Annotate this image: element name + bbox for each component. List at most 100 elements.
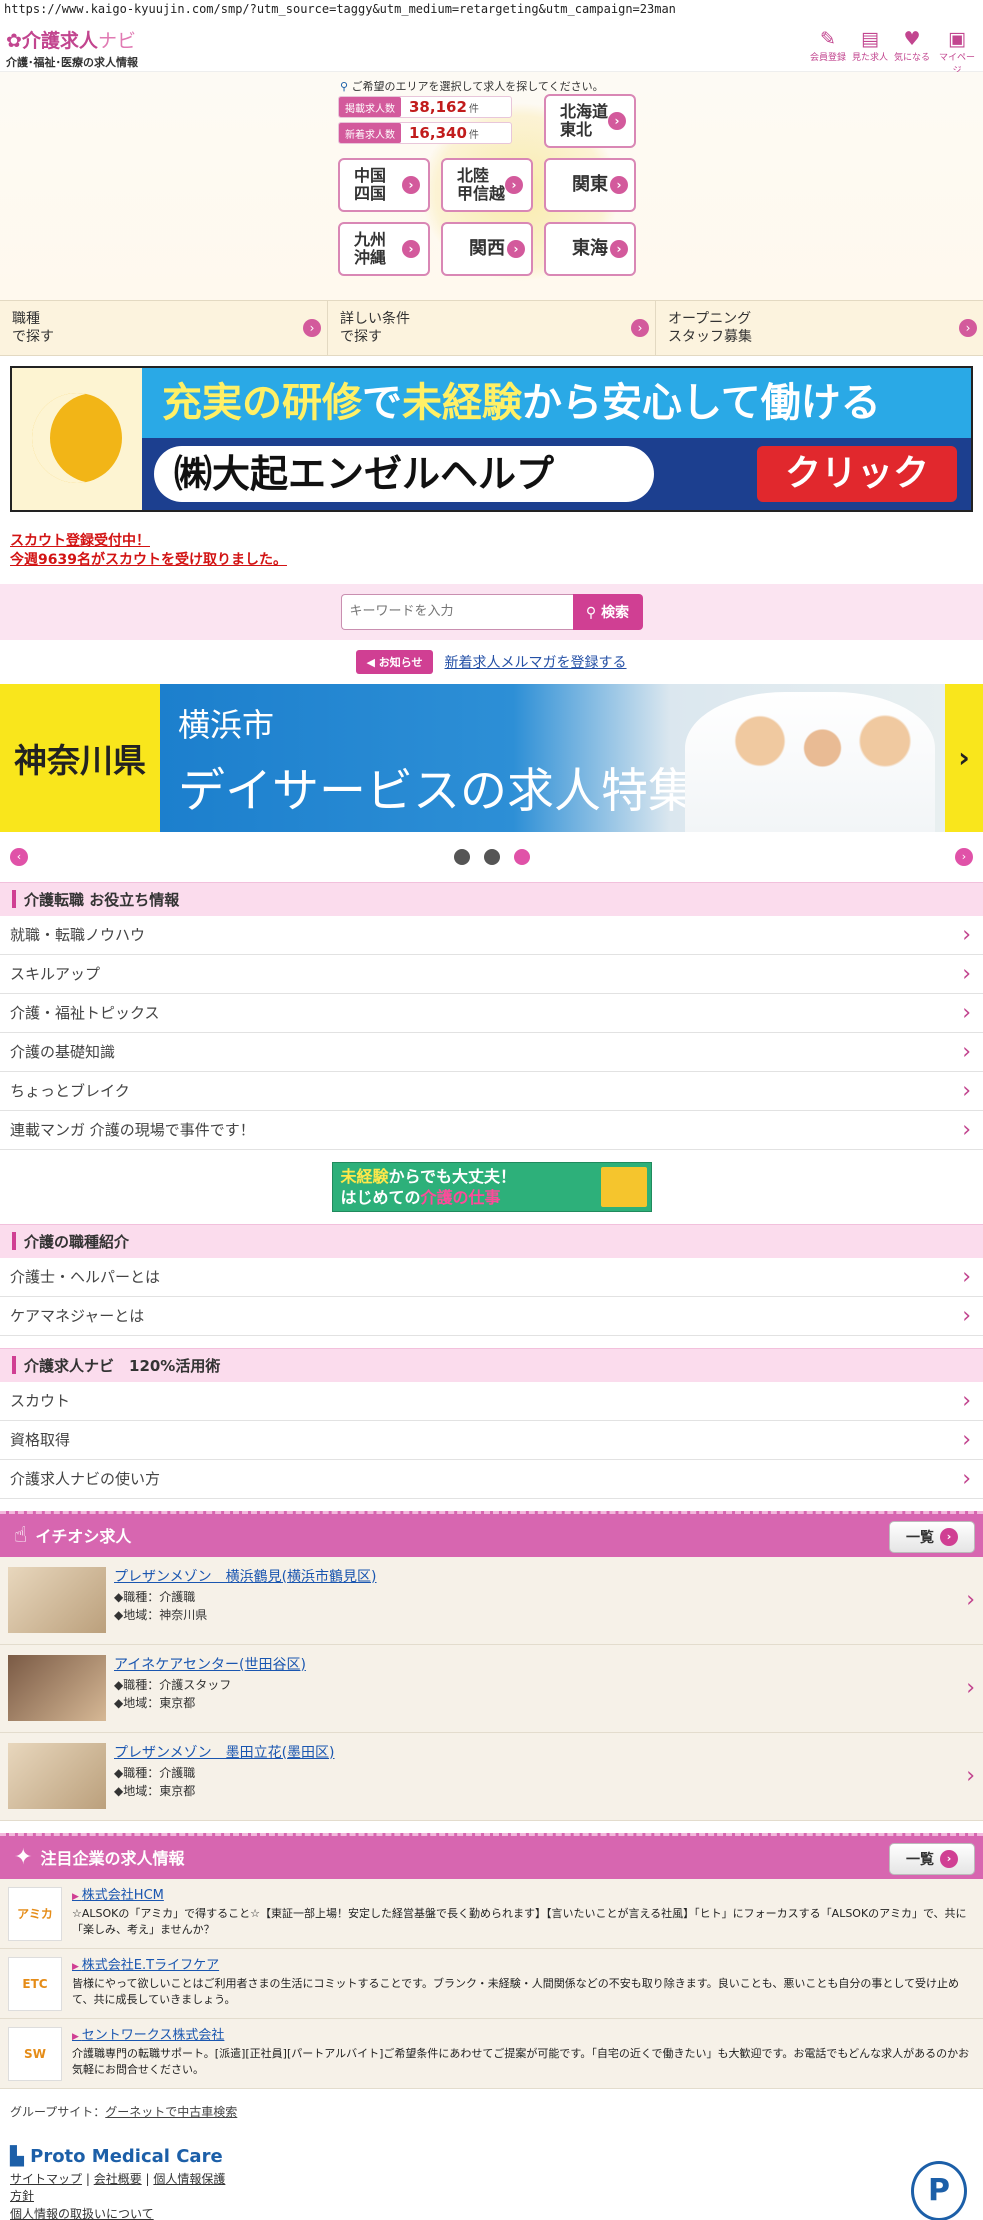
arrow-right-icon: › [940, 1849, 958, 1868]
list-item[interactable]: 介護士・ヘルパーとは [0, 1258, 983, 1297]
region-hokkaido-tohoku[interactable]: 北海道 東北 › [544, 94, 636, 148]
site-footer: グループサイト：グーネットで中古車検索 ▙ Proto Medical Care… [0, 2089, 983, 2220]
privacy-mark-icon: P [911, 2160, 967, 2220]
slide-image: 横浜市 デイサービスの求人特集 [160, 683, 945, 832]
newsletter-link[interactable]: 新着求人メルマガを登録する [445, 652, 627, 672]
search-icon: ⚲ [585, 604, 597, 621]
region-chugoku-shikoku[interactable]: 中国 四国 › [338, 158, 430, 212]
notice-bar: ◀ お知らせ 新着求人メルマガを登録する [0, 640, 983, 684]
banner-side-image [600, 1166, 647, 1207]
clipboard-icon: ▤ [861, 28, 879, 50]
scout-notice[interactable]: スカウト登録受付中！ 今週9639名がスカウトを受け取りました。 [10, 532, 973, 570]
arrow-right-icon: › [610, 176, 628, 194]
slide-next-icon[interactable]: › [945, 683, 983, 832]
area-search: ⚲ ご希望のエリアを選択して求人を探してください。 掲載求人数 38,162 件 新… [0, 72, 983, 300]
company-logo: SW [8, 2026, 62, 2081]
region-kanto[interactable]: 関東 › [544, 158, 636, 212]
section-tips-title: 介護転職 お役立ち情報 [0, 881, 983, 916]
list-item[interactable]: スキルアップ [0, 955, 983, 994]
sitemap-link[interactable]: サイトマップ [10, 2172, 82, 2186]
prev-arrow-icon[interactable]: ‹ [10, 847, 28, 866]
arrow-right-icon: › [610, 240, 628, 258]
region-hokuriku-koshinetsu[interactable]: 北陸 甲信越 › [441, 158, 533, 212]
list-item[interactable]: 就職・転職ノウハウ [0, 916, 983, 955]
list-item[interactable]: ちょっとブレイク [0, 1072, 983, 1111]
region-tokai[interactable]: 東海 › [544, 222, 636, 276]
search-button[interactable]: ⚲ 検索 [572, 593, 643, 630]
job-photo [8, 1742, 106, 1809]
companies-list-button[interactable]: 一覧 › [889, 1842, 975, 1875]
pointing-hand-icon: ☝ [14, 1522, 28, 1548]
featured-list-button[interactable]: 一覧 › [889, 1520, 975, 1553]
company-card[interactable]: SW セントワークス株式会社介護職専門の転職サポート。[派遣][正社員][パート… [0, 2018, 983, 2089]
company-link[interactable]: 株式会社E.Tライフケア [72, 1958, 219, 1973]
person-icon: ▣ [948, 28, 966, 50]
moon-angel-image [12, 368, 142, 510]
region-kyushu-okinawa[interactable]: 九州 沖縄 › [338, 222, 430, 276]
beginner-banner[interactable]: 未経験からでも大丈夫！ はじめての介護の仕事 [0, 1150, 983, 1224]
click-label: クリック [757, 446, 957, 502]
company-link[interactable]: 株式会社HCM [72, 1888, 164, 1903]
arrow-right-icon: › [608, 112, 626, 130]
slider-dot-2[interactable] [483, 848, 500, 865]
list-item[interactable]: 資格取得 [0, 1421, 983, 1460]
featured-jobs-header: ☝ イチオシ求人 一覧 › [0, 1510, 983, 1557]
section-usage-title: 介護求人ナビ 120%活用術 [0, 1347, 983, 1382]
company-link[interactable]: セントワークス株式会社 [72, 2028, 224, 2043]
company-card[interactable]: ETC 株式会社E.Tライフケア皆様にやって欲しいことはご利用者さまの生活にコミ… [0, 1948, 983, 2019]
pin-icon: ⚲ [340, 80, 349, 93]
privacy-handling-link[interactable]: 個人情報の取扱いについて [10, 2207, 154, 2220]
list-item[interactable]: ケアマネジャーとは [0, 1297, 983, 1336]
next-arrow-icon[interactable]: › [955, 847, 973, 866]
favorites-button[interactable]: ♥ 気になる [893, 28, 931, 76]
address-bar[interactable]: https://www.kaigo-kyuujin.com/smp/?utm_s… [0, 0, 983, 20]
arrow-right-icon: › [631, 319, 649, 337]
viewed-jobs-button[interactable]: ▤ 見た求人 [851, 28, 889, 76]
caregivers-photo [685, 691, 935, 832]
slider-pager: ‹ › [0, 832, 983, 882]
list-item[interactable]: 連載マンガ 介護の現場で事件です！ [0, 1111, 983, 1150]
arrow-right-icon: › [507, 240, 525, 258]
search-by-job-type[interactable]: 職種 で探す › [0, 301, 328, 355]
heart-icon: ♥ [903, 28, 921, 50]
angel-help-banner[interactable]: 充実の研修で未経験から安心して働ける ㈱大起エンゼルヘルプ クリック [10, 366, 973, 512]
job-link[interactable]: アイネケアセンター(世田谷区) [114, 1657, 306, 1673]
job-link[interactable]: プレザンメゾン 横浜鶴見(横浜市鶴見区) [114, 1569, 377, 1585]
job-card[interactable]: アイネケアセンター(世田谷区) ◆職種：介護スタッフ ◆地域：東京都 [0, 1644, 983, 1733]
job-card[interactable]: プレザンメゾン 墨田立花(墨田区) ◆職種：介護職 ◆地域：東京都 [0, 1732, 983, 1821]
slider-dot-3[interactable] [513, 848, 530, 865]
list-item[interactable]: 介護・福祉トピックス [0, 994, 983, 1033]
job-photo [8, 1654, 106, 1721]
privacy-link[interactable]: 個人情報保護 [153, 2172, 225, 2186]
arrow-right-icon: › [959, 319, 977, 337]
company-logo: ETC [8, 1956, 62, 2011]
search-by-conditions[interactable]: 詳しい条件 で探す › [328, 301, 656, 355]
company-link[interactable]: 会社概要 [94, 2172, 142, 2186]
policy-link[interactable]: 方針 [10, 2189, 34, 2203]
notice-tag: ◀ お知らせ [356, 649, 433, 674]
list-item[interactable]: スカウト [0, 1382, 983, 1421]
search-tabs: 職種 で探す › 詳しい条件 で探す › オープニング スタッフ募集 › [0, 300, 983, 356]
job-link[interactable]: プレザンメゾン 墨田立花(墨田区) [114, 1745, 335, 1761]
search-opening-staff[interactable]: オープニング スタッフ募集 › [656, 301, 983, 355]
arrow-right-icon: › [402, 240, 420, 258]
job-card[interactable]: プレザンメゾン 横浜鶴見(横浜市鶴見区) ◆職種：介護職 ◆地域：神奈川県 [0, 1556, 983, 1645]
arrow-right-icon: › [940, 1527, 958, 1546]
arrow-right-icon: › [303, 319, 321, 337]
keyword-input[interactable] [340, 593, 573, 630]
site-logo[interactable]: ✿介護求人ナビ 介護･福祉･医療の求人情報 [6, 26, 138, 70]
region-kansai[interactable]: 関西 › [441, 222, 533, 276]
company-card[interactable]: アミカ 株式会社HCM☆ALSOKの「アミカ」で得すること☆【東証一部上場！安定… [0, 1878, 983, 1949]
group-site-link[interactable]: グーネットで中古車検索 [105, 2105, 237, 2119]
list-item[interactable]: 介護求人ナビの使い方 [0, 1460, 983, 1499]
feature-slider[interactable]: 神奈川県 横浜市 デイサービスの求人特集 › [0, 683, 983, 832]
building-icon: ▙ [10, 2145, 24, 2167]
job-photo [8, 1566, 106, 1633]
company-logo: アミカ [8, 1886, 62, 1941]
proto-medical-care-logo[interactable]: ▙ Proto Medical Care [10, 2146, 973, 2167]
list-item[interactable]: 介護の基礎知識 [0, 1033, 983, 1072]
pencil-icon: ✎ [820, 28, 836, 50]
register-button[interactable]: ✎ 会員登録 [809, 28, 847, 76]
mypage-button[interactable]: ▣ マイページ [935, 28, 979, 76]
slider-dot-1[interactable] [453, 848, 470, 865]
